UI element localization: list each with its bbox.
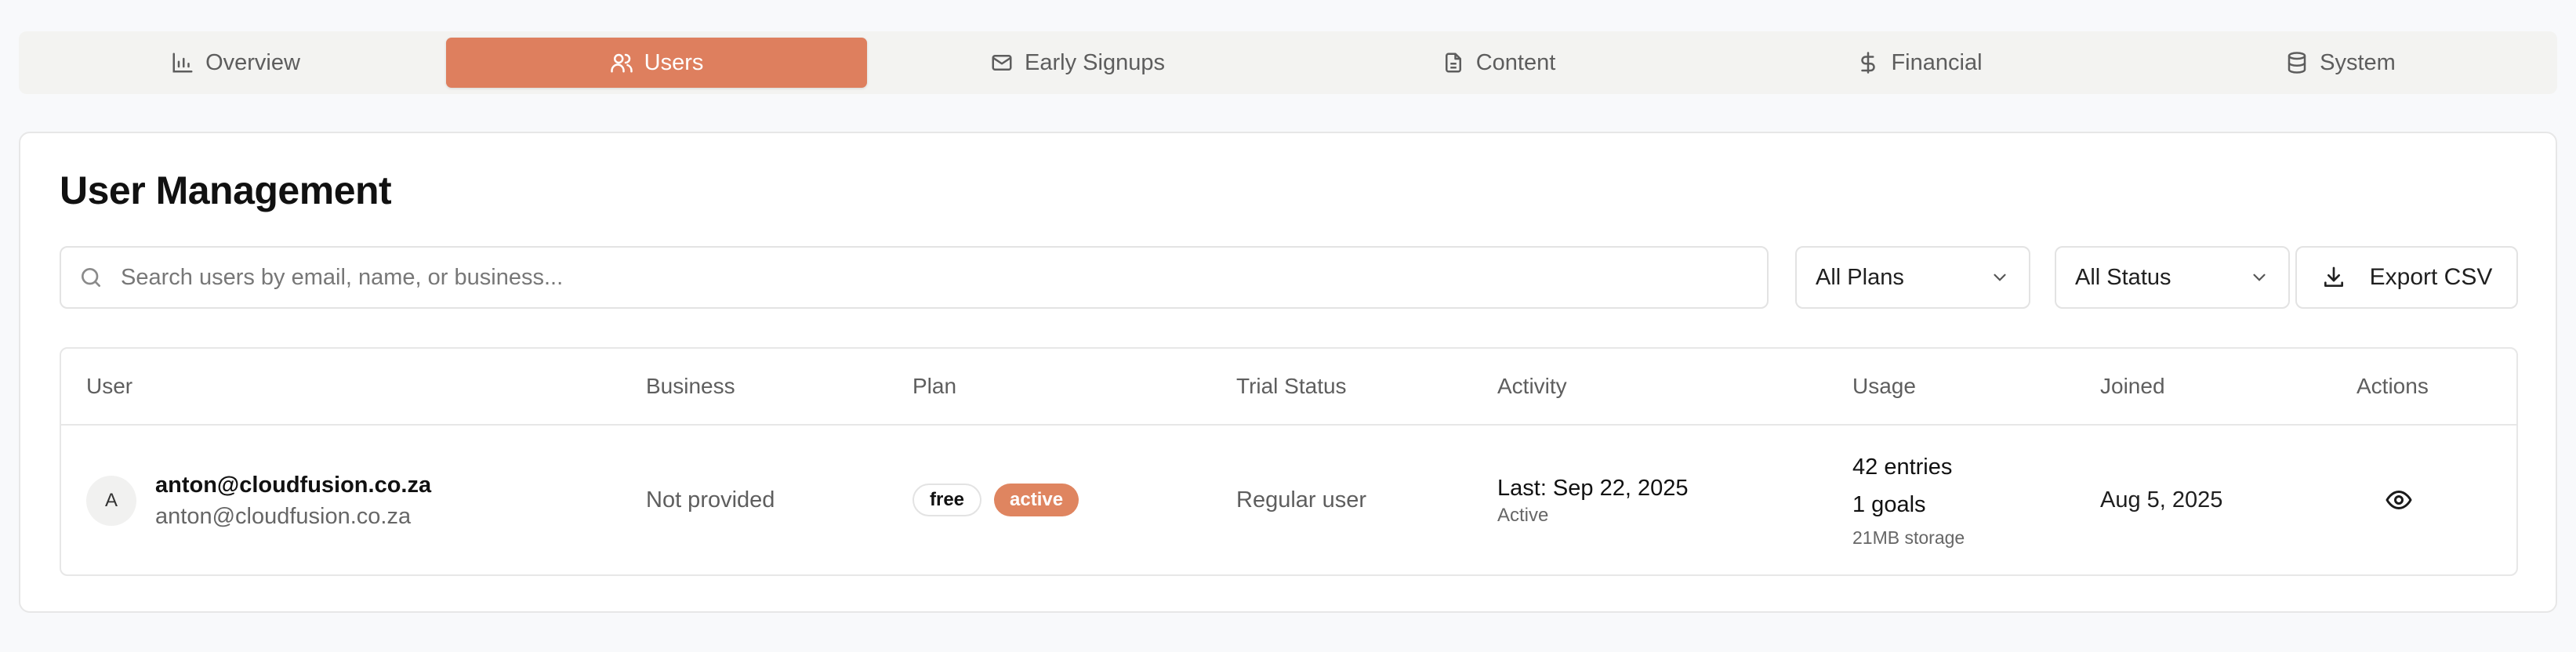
column-header-user: User bbox=[86, 374, 133, 398]
user-subtitle: anton@cloudfusion.co.za bbox=[155, 504, 412, 529]
chevron-down-icon bbox=[2253, 273, 2266, 281]
tab-label: System bbox=[2320, 49, 2396, 75]
usage-entries: 42 entries bbox=[1852, 455, 1953, 480]
plan-filter-select[interactable]: All Plans bbox=[1795, 246, 2030, 309]
trial-status-cell: Regular user bbox=[1236, 487, 1367, 513]
tab-label: Content bbox=[1475, 49, 1556, 75]
tab-label: Users bbox=[644, 49, 704, 75]
tab-financial[interactable]: Financial bbox=[1709, 38, 2130, 88]
nav-tabbar: Overview Users Early Signups Content Fin… bbox=[19, 31, 2557, 94]
user-management-card: User Management All Plans All Status Exp… bbox=[19, 132, 2557, 613]
column-header-usage: Usage bbox=[1852, 374, 1916, 398]
tab-early-signups[interactable]: Early Signups bbox=[867, 38, 1288, 88]
tab-label: Early Signups bbox=[1025, 49, 1165, 75]
status-filter-value: All Status bbox=[2075, 264, 2171, 290]
activity-state: Active bbox=[1497, 505, 1549, 526]
plan-filter-value: All Plans bbox=[1816, 264, 1904, 290]
search-icon bbox=[82, 268, 100, 287]
column-header-plan: Plan bbox=[912, 374, 957, 398]
usage-storage: 21MB storage bbox=[1852, 527, 1965, 548]
mail-icon bbox=[992, 55, 1012, 71]
status-badge: active bbox=[994, 484, 1079, 516]
page-title: User Management bbox=[60, 168, 392, 212]
tab-content[interactable]: Content bbox=[1288, 38, 1709, 88]
joined-cell: Aug 5, 2025 bbox=[2100, 487, 2223, 513]
database-icon bbox=[2288, 52, 2306, 74]
users-table: User Business Plan Trial Status Activity… bbox=[60, 347, 2518, 576]
user-email: anton@cloudfusion.co.za bbox=[155, 473, 432, 498]
tab-label: Financial bbox=[1891, 49, 1983, 75]
column-header-actions: Actions bbox=[2356, 374, 2429, 398]
tab-label: Overview bbox=[205, 49, 300, 75]
search-input[interactable] bbox=[119, 263, 1767, 292]
table-header: User Business Plan Trial Status Activity… bbox=[61, 349, 2516, 426]
user-cell: anton@cloudfusion.co.za anton@cloudfusio… bbox=[155, 469, 431, 532]
usage-cell: 42 entries 1 goals 21MB storage bbox=[1852, 426, 1965, 574]
usage-goals: 1 goals bbox=[1852, 492, 1926, 517]
table-row: A anton@cloudfusion.co.za anton@cloudfus… bbox=[61, 426, 2516, 574]
plan-cell: free active bbox=[912, 426, 1079, 574]
avatar: A bbox=[86, 476, 136, 526]
search-box[interactable] bbox=[60, 246, 1769, 309]
column-header-business: Business bbox=[646, 374, 735, 398]
chevron-down-icon bbox=[1994, 273, 2006, 281]
export-csv-button[interactable]: Export CSV bbox=[2295, 246, 2518, 309]
dollar-icon bbox=[1861, 52, 1876, 74]
eye-icon[interactable] bbox=[2385, 486, 2413, 514]
tab-overview[interactable]: Overview bbox=[25, 38, 446, 88]
activity-cell: Last: Sep 22, 2025 Active bbox=[1497, 426, 1688, 574]
column-header-trial-status: Trial Status bbox=[1236, 374, 1347, 398]
plan-badge: free bbox=[912, 484, 982, 516]
tab-system[interactable]: System bbox=[2130, 38, 2551, 88]
activity-last: Last: Sep 22, 2025 bbox=[1497, 476, 1689, 501]
actions-cell bbox=[2385, 426, 2413, 574]
business-cell: Not provided bbox=[646, 487, 775, 513]
status-filter-select[interactable]: All Status bbox=[2055, 246, 2290, 309]
column-header-activity: Activity bbox=[1497, 374, 1567, 398]
column-header-joined: Joined bbox=[2100, 374, 2165, 398]
users-icon bbox=[610, 53, 633, 73]
download-icon bbox=[2324, 266, 2343, 287]
bar-chart-icon bbox=[172, 53, 193, 73]
export-label: Export CSV bbox=[2369, 264, 2493, 290]
tab-users[interactable]: Users bbox=[446, 38, 867, 88]
document-icon bbox=[1445, 53, 1461, 73]
